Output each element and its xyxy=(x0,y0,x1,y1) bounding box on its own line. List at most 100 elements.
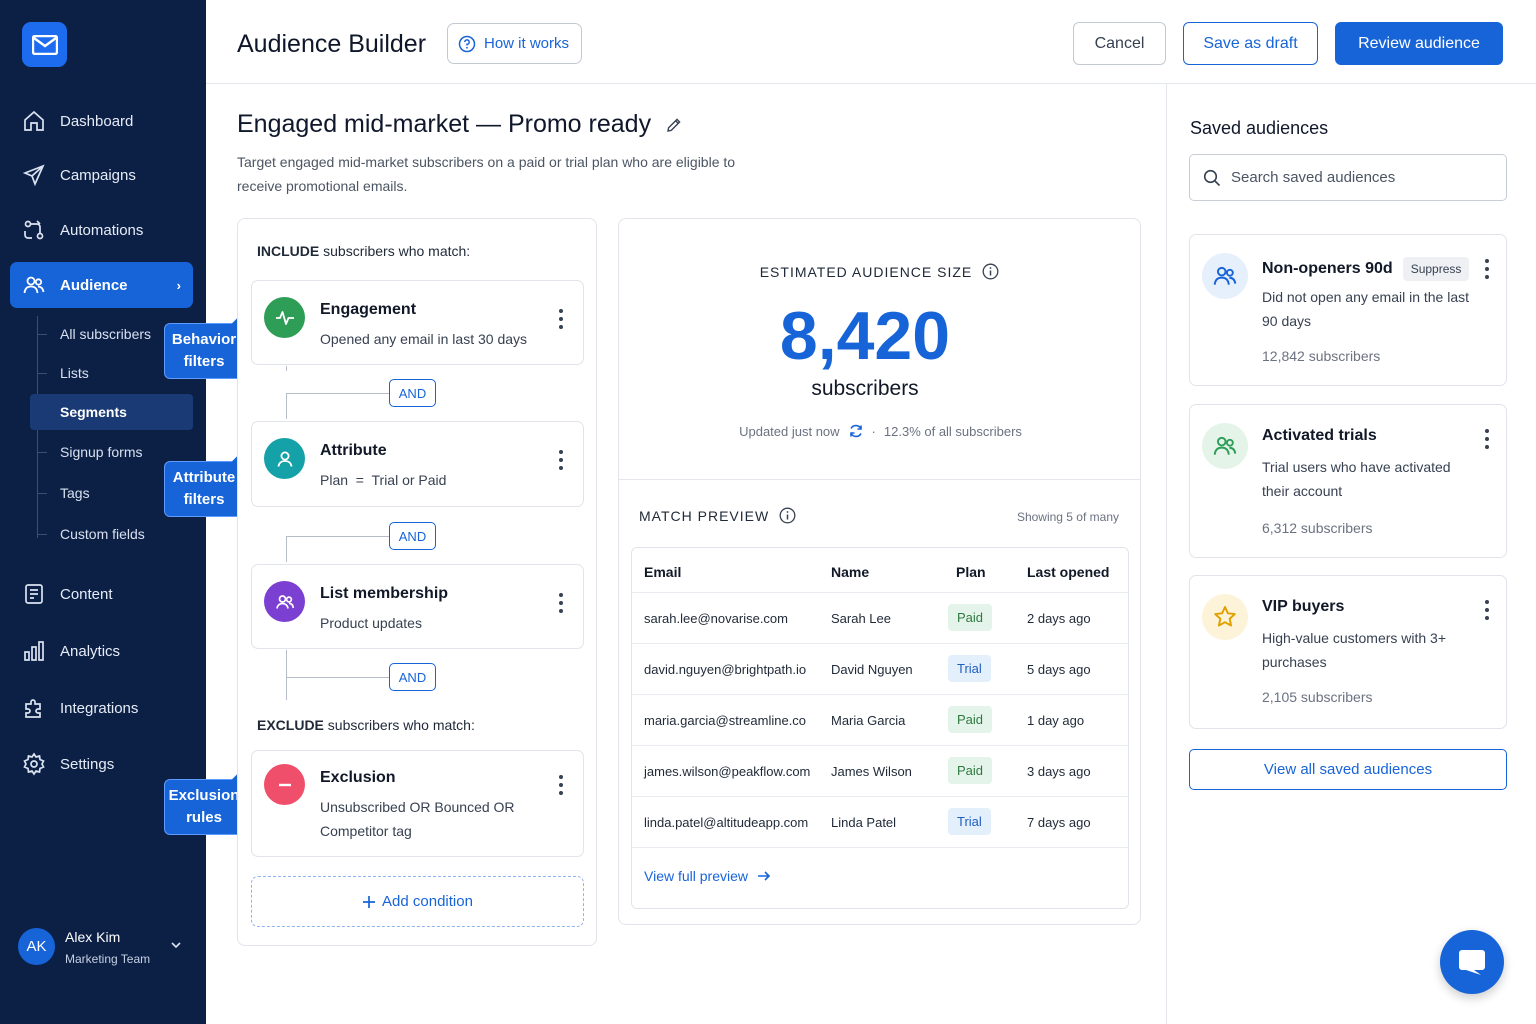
estimate-meta: Updated just now · 12.3% of all subscrib… xyxy=(619,423,1142,439)
nav-campaigns[interactable]: Campaigns xyxy=(10,152,193,198)
minus-circle-icon xyxy=(264,764,305,805)
nav-label: Content xyxy=(60,585,113,603)
suppress-badge: Suppress xyxy=(1402,257,1470,281)
puzzle-icon xyxy=(25,699,41,718)
saved-audience-description: High-value customers with 3+ purchases xyxy=(1262,630,1447,670)
nav-label: Audience xyxy=(60,276,128,294)
saved-audience-count: 6,312 subscribers xyxy=(1262,520,1373,536)
more-options-icon[interactable] xyxy=(1483,600,1491,620)
segment-title: Engaged mid-market — Promo ready xyxy=(237,110,683,139)
rule-card-list-membership[interactable]: List membership Product updates xyxy=(251,564,584,649)
rule-description: Product updates xyxy=(320,615,422,631)
subnav-segments[interactable]: Segments xyxy=(30,394,193,430)
add-condition-button[interactable]: Add condition xyxy=(251,876,584,927)
table-row[interactable]: david.nguyen@brightpath.io David Nguyen … xyxy=(632,643,1128,694)
estimate-label: ESTIMATED AUDIENCE SIZE xyxy=(619,263,1140,280)
and-operator[interactable]: AND xyxy=(389,379,436,407)
more-options-icon[interactable] xyxy=(557,450,565,470)
table-row[interactable]: maria.garcia@streamline.co Maria Garcia … xyxy=(632,694,1128,745)
nav-label: Integrations xyxy=(60,699,139,717)
showing-count: Showing 5 of many xyxy=(1016,510,1119,524)
saved-audience-card[interactable]: VIP buyers High-value customers with 3+ … xyxy=(1189,575,1507,729)
more-options-icon[interactable] xyxy=(557,775,565,795)
segment-description: Target engaged mid-market subscribers on… xyxy=(237,154,736,194)
rule-card-engagement[interactable]: Engagement Opened any email in last 30 d… xyxy=(251,280,584,365)
connector-line xyxy=(286,650,287,700)
match-preview-label: MATCH PREVIEW xyxy=(639,507,796,524)
saved-audience-name: VIP buyers xyxy=(1262,598,1345,615)
help-circle-icon xyxy=(458,35,476,52)
and-operator[interactable]: AND xyxy=(389,522,436,550)
nav-label: Campaigns xyxy=(60,166,136,184)
info-icon[interactable] xyxy=(779,507,796,524)
nav-analytics[interactable]: Analytics xyxy=(10,628,193,674)
view-all-saved-audiences-button[interactable]: View all saved audiences xyxy=(1189,749,1507,790)
nav-label: Automations xyxy=(60,221,144,239)
nav-integrations[interactable]: Integrations xyxy=(10,685,193,731)
star-icon xyxy=(1202,594,1248,640)
automation-icon xyxy=(24,220,44,240)
column-header[interactable]: Email xyxy=(644,564,681,580)
users-icon xyxy=(1202,423,1248,469)
subnav-custom-fields[interactable]: Custom fields xyxy=(30,516,193,552)
column-header[interactable]: Last opened xyxy=(1027,564,1109,580)
updated-text: Updated just now xyxy=(739,423,840,439)
saved-audience-card[interactable]: Activated trials Trial users who have ac… xyxy=(1189,404,1507,558)
save-as-draft-button[interactable]: Save as draft xyxy=(1183,22,1318,65)
saved-audience-name: Activated trials xyxy=(1262,427,1377,444)
table-row[interactable]: james.wilson@peakflow.com James Wilson P… xyxy=(632,745,1128,796)
refresh-icon[interactable] xyxy=(848,423,864,439)
column-header[interactable]: Plan xyxy=(956,564,986,580)
saved-audience-count: 12,842 subscribers xyxy=(1262,348,1381,364)
bar-chart-icon xyxy=(24,641,44,661)
rule-card-exclusion[interactable]: Exclusion Unsubscribed OR Bounced OR Com… xyxy=(251,750,584,857)
cancel-button[interactable]: Cancel xyxy=(1073,22,1166,65)
more-options-icon[interactable] xyxy=(1483,259,1491,279)
connector-line xyxy=(286,393,389,394)
nav-dashboard[interactable]: Dashboard xyxy=(10,98,193,144)
rule-card-attribute[interactable]: Attribute Plan = Trial or Paid xyxy=(251,421,584,507)
saved-audience-description: Trial users who have activated their acc… xyxy=(1262,459,1451,499)
plan-badge: Trial xyxy=(948,808,991,835)
arrow-right-icon xyxy=(758,871,771,881)
info-icon[interactable] xyxy=(982,263,999,280)
and-operator[interactable]: AND xyxy=(389,663,436,691)
chevron-down-icon xyxy=(171,942,181,949)
sidebar: Dashboard Campaigns Automations Audience… xyxy=(0,0,244,1024)
divider xyxy=(619,479,1140,480)
nav-audience[interactable]: Audience › xyxy=(10,262,193,308)
chevron-right-icon: › xyxy=(176,277,181,293)
more-options-icon[interactable] xyxy=(1483,429,1491,449)
search-placeholder: Search saved audiences xyxy=(1231,169,1396,186)
chat-icon[interactable] xyxy=(1440,930,1504,994)
callout-attribute-filters: Attribute filters xyxy=(164,461,244,517)
search-saved-audiences-input[interactable]: Search saved audiences xyxy=(1189,154,1507,201)
table-row[interactable]: sarah.lee@novarise.com Sarah Lee Paid 2 … xyxy=(632,592,1128,643)
rule-title: Engagement xyxy=(320,301,417,318)
send-icon xyxy=(22,164,45,187)
nav-label: Settings xyxy=(60,755,115,773)
column-header[interactable]: Name xyxy=(831,564,869,580)
pencil-icon[interactable] xyxy=(665,116,683,134)
table-row[interactable]: linda.patel@altitudeapp.com Linda Patel … xyxy=(632,796,1128,847)
more-options-icon[interactable] xyxy=(557,593,565,613)
saved-audience-card[interactable]: Non-openers 90d Suppress Did not open any… xyxy=(1189,234,1507,386)
include-label: INCLUDE subscribers who match: xyxy=(257,243,471,259)
rule-description: Plan = Trial or Paid xyxy=(320,472,447,488)
user-menu[interactable]: AK Alex Kim Marketing Team xyxy=(18,928,193,968)
view-full-preview-link[interactable]: View full preview xyxy=(644,868,772,884)
nav-automations[interactable]: Automations xyxy=(10,207,193,253)
pulse-icon xyxy=(264,297,305,338)
nav-content[interactable]: Content xyxy=(10,571,193,617)
callout-behavior-filters: Behavior filters xyxy=(164,323,244,379)
more-options-icon[interactable] xyxy=(557,309,565,329)
saved-audiences-title: Saved audiences xyxy=(1190,118,1329,138)
mail-logo-icon[interactable] xyxy=(22,22,67,67)
users-icon xyxy=(23,276,45,294)
avatar: AK xyxy=(18,928,55,965)
group-icon xyxy=(264,581,305,622)
how-it-works-button[interactable]: How it works xyxy=(447,23,582,64)
saved-audience-name: Non-openers 90d Suppress xyxy=(1262,257,1470,281)
home-icon xyxy=(24,110,44,131)
review-audience-button[interactable]: Review audience xyxy=(1335,22,1503,65)
